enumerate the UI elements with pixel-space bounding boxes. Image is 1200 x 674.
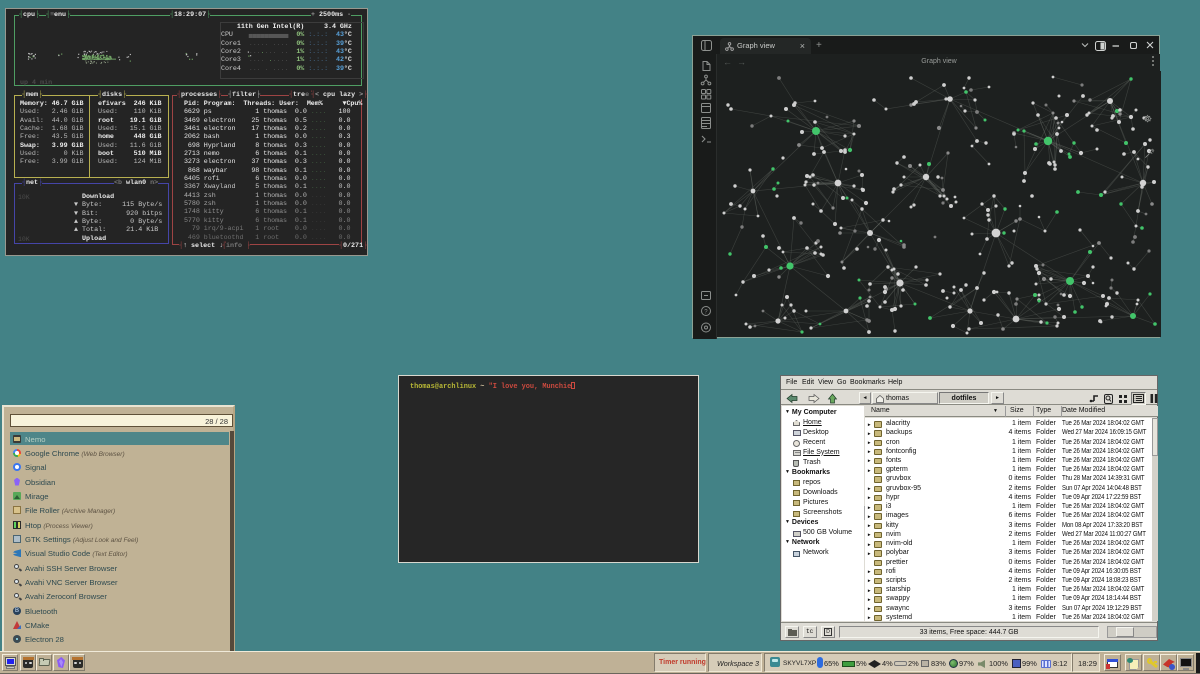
svg-text:?: ? [704, 310, 708, 316]
